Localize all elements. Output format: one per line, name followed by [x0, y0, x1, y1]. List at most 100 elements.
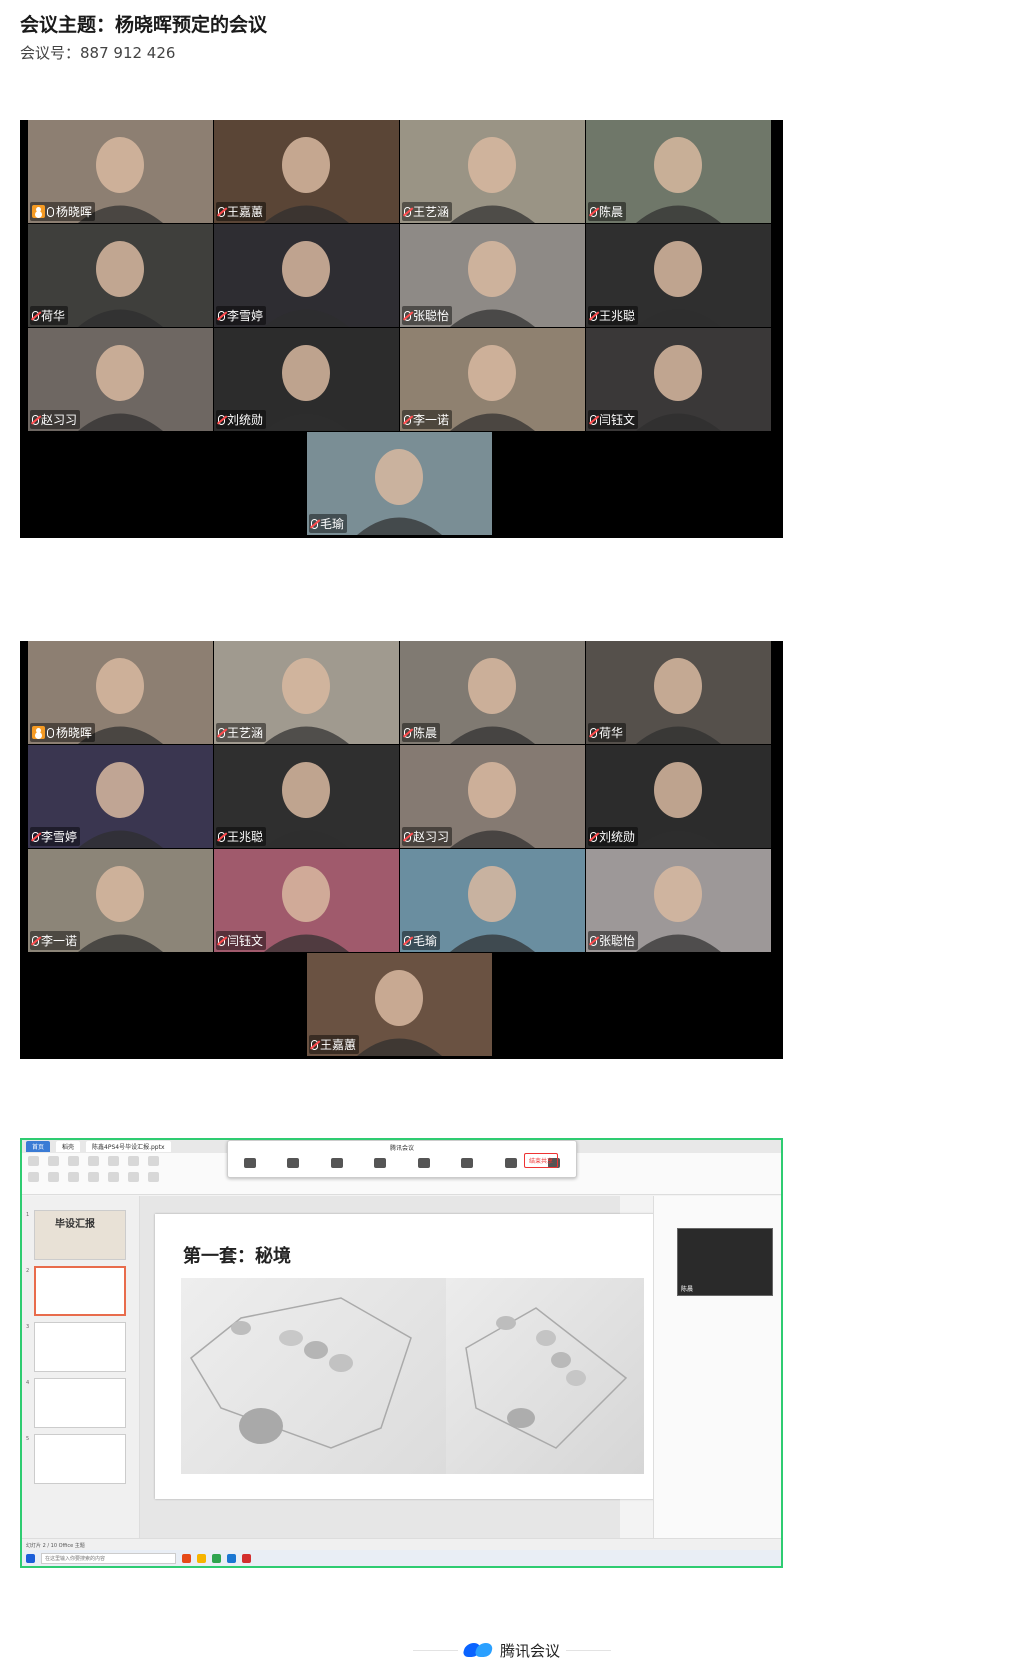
video-tile[interactable]: 陈晨 — [400, 641, 585, 744]
video-tile[interactable]: 王艺涵 — [400, 120, 585, 223]
thumb-number: 3 — [26, 1324, 30, 1330]
video-tile[interactable]: 刘统勋 — [586, 745, 771, 848]
mic-muted-icon — [404, 831, 411, 842]
participant-name: 陈晨 — [413, 726, 438, 740]
mic-muted-icon — [404, 206, 411, 217]
mic-muted-icon — [404, 310, 411, 321]
mic-icon — [47, 206, 54, 217]
chat-icon[interactable] — [374, 1158, 387, 1168]
save-icon[interactable] — [48, 1156, 59, 1166]
video-tile[interactable]: 李一诺 — [28, 849, 213, 952]
participant-name: 荷华 — [599, 726, 624, 740]
participant-nametag: 王兆聪 — [588, 306, 639, 325]
video-tile[interactable]: 赵习习 — [400, 745, 585, 848]
participant-name: 毛瑜 — [413, 934, 438, 948]
undo-icon[interactable] — [68, 1156, 79, 1166]
video-tile[interactable]: 荷华 — [586, 641, 771, 744]
video-tile[interactable]: 王嘉蕙 — [307, 953, 492, 1056]
video-tile[interactable]: 李雪婷 — [28, 745, 213, 848]
participant-name: 王嘉蕙 — [227, 205, 264, 219]
participant-name: 陈晨 — [599, 205, 624, 219]
share-icon[interactable] — [461, 1158, 474, 1168]
presenter-video[interactable]: 陈晨 — [677, 1228, 773, 1296]
taskbar-search-input[interactable]: 在这里输入你要搜索的内容 — [41, 1552, 176, 1564]
participant-name: 王艺涵 — [413, 205, 450, 219]
wechat-icon[interactable] — [212, 1553, 221, 1563]
video-tile[interactable]: 张聪怡 — [400, 224, 585, 327]
slide-thumb-3[interactable] — [34, 1322, 126, 1372]
video-tile[interactable]: 王兆聪 — [214, 745, 399, 848]
design-icon[interactable] — [128, 1156, 139, 1166]
cut-icon[interactable] — [48, 1172, 59, 1182]
gallery-screenshot-2: 杨晓晖 王艺涵 陈晨 荷华李雪婷 王兆聪 赵习习 刘统勋李一诺 闫钰文 毛瑜 张聪怡王嘉蕙 — [20, 641, 783, 1059]
windows-start-icon[interactable] — [26, 1553, 35, 1563]
participant-nametag: 赵习习 — [402, 827, 453, 846]
jewelry-photo-right — [446, 1278, 644, 1474]
mic-icon[interactable] — [243, 1158, 256, 1168]
participant-name: 刘统勋 — [227, 413, 264, 427]
participant-name: 王嘉蕙 — [320, 1038, 357, 1052]
slide-title: 第一套：秘境 — [183, 1246, 291, 1267]
participant-name: 王艺涵 — [227, 726, 264, 740]
paste-icon[interactable] — [28, 1172, 39, 1182]
mic-muted-icon — [218, 310, 225, 321]
new-slide-icon[interactable] — [88, 1172, 99, 1182]
video-tile[interactable]: 王兆聪 — [586, 224, 771, 327]
video-tile[interactable]: 毛瑜 — [307, 432, 492, 535]
slide-thumb-1[interactable]: 毕设汇报 — [34, 1210, 126, 1260]
video-tile[interactable]: 李雪婷 — [214, 224, 399, 327]
video-tile[interactable]: 闫钰文 — [586, 328, 771, 431]
video-tile[interactable]: 王艺涵 — [214, 641, 399, 744]
camera-icon[interactable] — [287, 1158, 300, 1168]
meeting-id: 会议号：887 912 426 — [20, 44, 176, 62]
toolbar-title: 腾讯会议 — [389, 1145, 414, 1152]
video-tile[interactable]: 毛瑜 — [400, 849, 585, 952]
participant-name: 闫钰文 — [227, 934, 264, 948]
tab-home[interactable]: 首页 — [26, 1141, 51, 1152]
redo-icon[interactable] — [88, 1156, 99, 1166]
slide-thumb-4[interactable] — [34, 1378, 126, 1428]
thumb-number: 1 — [26, 1212, 30, 1218]
slide-thumbnails: 1 毕设汇报 2 3 4 5 — [22, 1196, 140, 1538]
participant-nametag: 刘统勋 — [216, 410, 267, 429]
bold-icon[interactable] — [128, 1172, 139, 1182]
participant-name: 赵习习 — [41, 413, 78, 427]
participant-name: 王兆聪 — [227, 830, 264, 844]
tab-pptx[interactable]: 陈鑫4PS4号毕设汇报.pptx — [86, 1141, 171, 1152]
chrome-icon[interactable] — [182, 1553, 191, 1563]
mic-muted-icon — [218, 935, 225, 946]
file-icon[interactable] — [28, 1156, 39, 1166]
video-tile[interactable]: 杨晓晖 — [28, 120, 213, 223]
footer-brand: 腾讯会议 — [499, 1641, 560, 1660]
italic-icon[interactable] — [148, 1172, 159, 1182]
video-tile[interactable]: 杨晓晖 — [28, 641, 213, 744]
participants-icon[interactable] — [330, 1158, 343, 1168]
animation-icon[interactable] — [148, 1156, 159, 1166]
current-slide[interactable]: 第一套：秘境 — [155, 1214, 660, 1499]
windows-taskbar: 在这里输入你要搜索的内容 — [22, 1550, 781, 1566]
slide-thumb-5[interactable] — [34, 1434, 126, 1484]
participant-name: 王兆聪 — [599, 309, 636, 323]
video-tile[interactable]: 荷华 — [28, 224, 213, 327]
copy-icon[interactable] — [68, 1172, 79, 1182]
mic-muted-icon — [32, 310, 39, 321]
video-tile[interactable]: 闫钰文 — [214, 849, 399, 952]
tencent-meeting-logo-icon — [464, 1643, 494, 1657]
video-tile[interactable]: 李一诺 — [400, 328, 585, 431]
wps-icon[interactable] — [242, 1553, 251, 1563]
video-tile[interactable]: 赵习习 — [28, 328, 213, 431]
mic-icon — [47, 727, 54, 738]
video-tile[interactable]: 刘统勋 — [214, 328, 399, 431]
end-share-button[interactable]: 结束共享 — [523, 1153, 558, 1168]
video-tile[interactable]: 张聪怡 — [586, 849, 771, 952]
slide-thumb-2[interactable] — [34, 1266, 126, 1316]
record-icon[interactable] — [504, 1158, 517, 1168]
insert-icon[interactable] — [108, 1156, 119, 1166]
video-tile[interactable]: 陈晨 — [586, 120, 771, 223]
meeting-app-icon[interactable] — [227, 1553, 236, 1563]
explorer-icon[interactable] — [197, 1553, 206, 1563]
tab-daoke[interactable]: 稻壳 — [56, 1141, 81, 1152]
video-tile[interactable]: 王嘉蕙 — [214, 120, 399, 223]
more-icon[interactable] — [417, 1158, 430, 1168]
layout-icon[interactable] — [108, 1172, 119, 1182]
